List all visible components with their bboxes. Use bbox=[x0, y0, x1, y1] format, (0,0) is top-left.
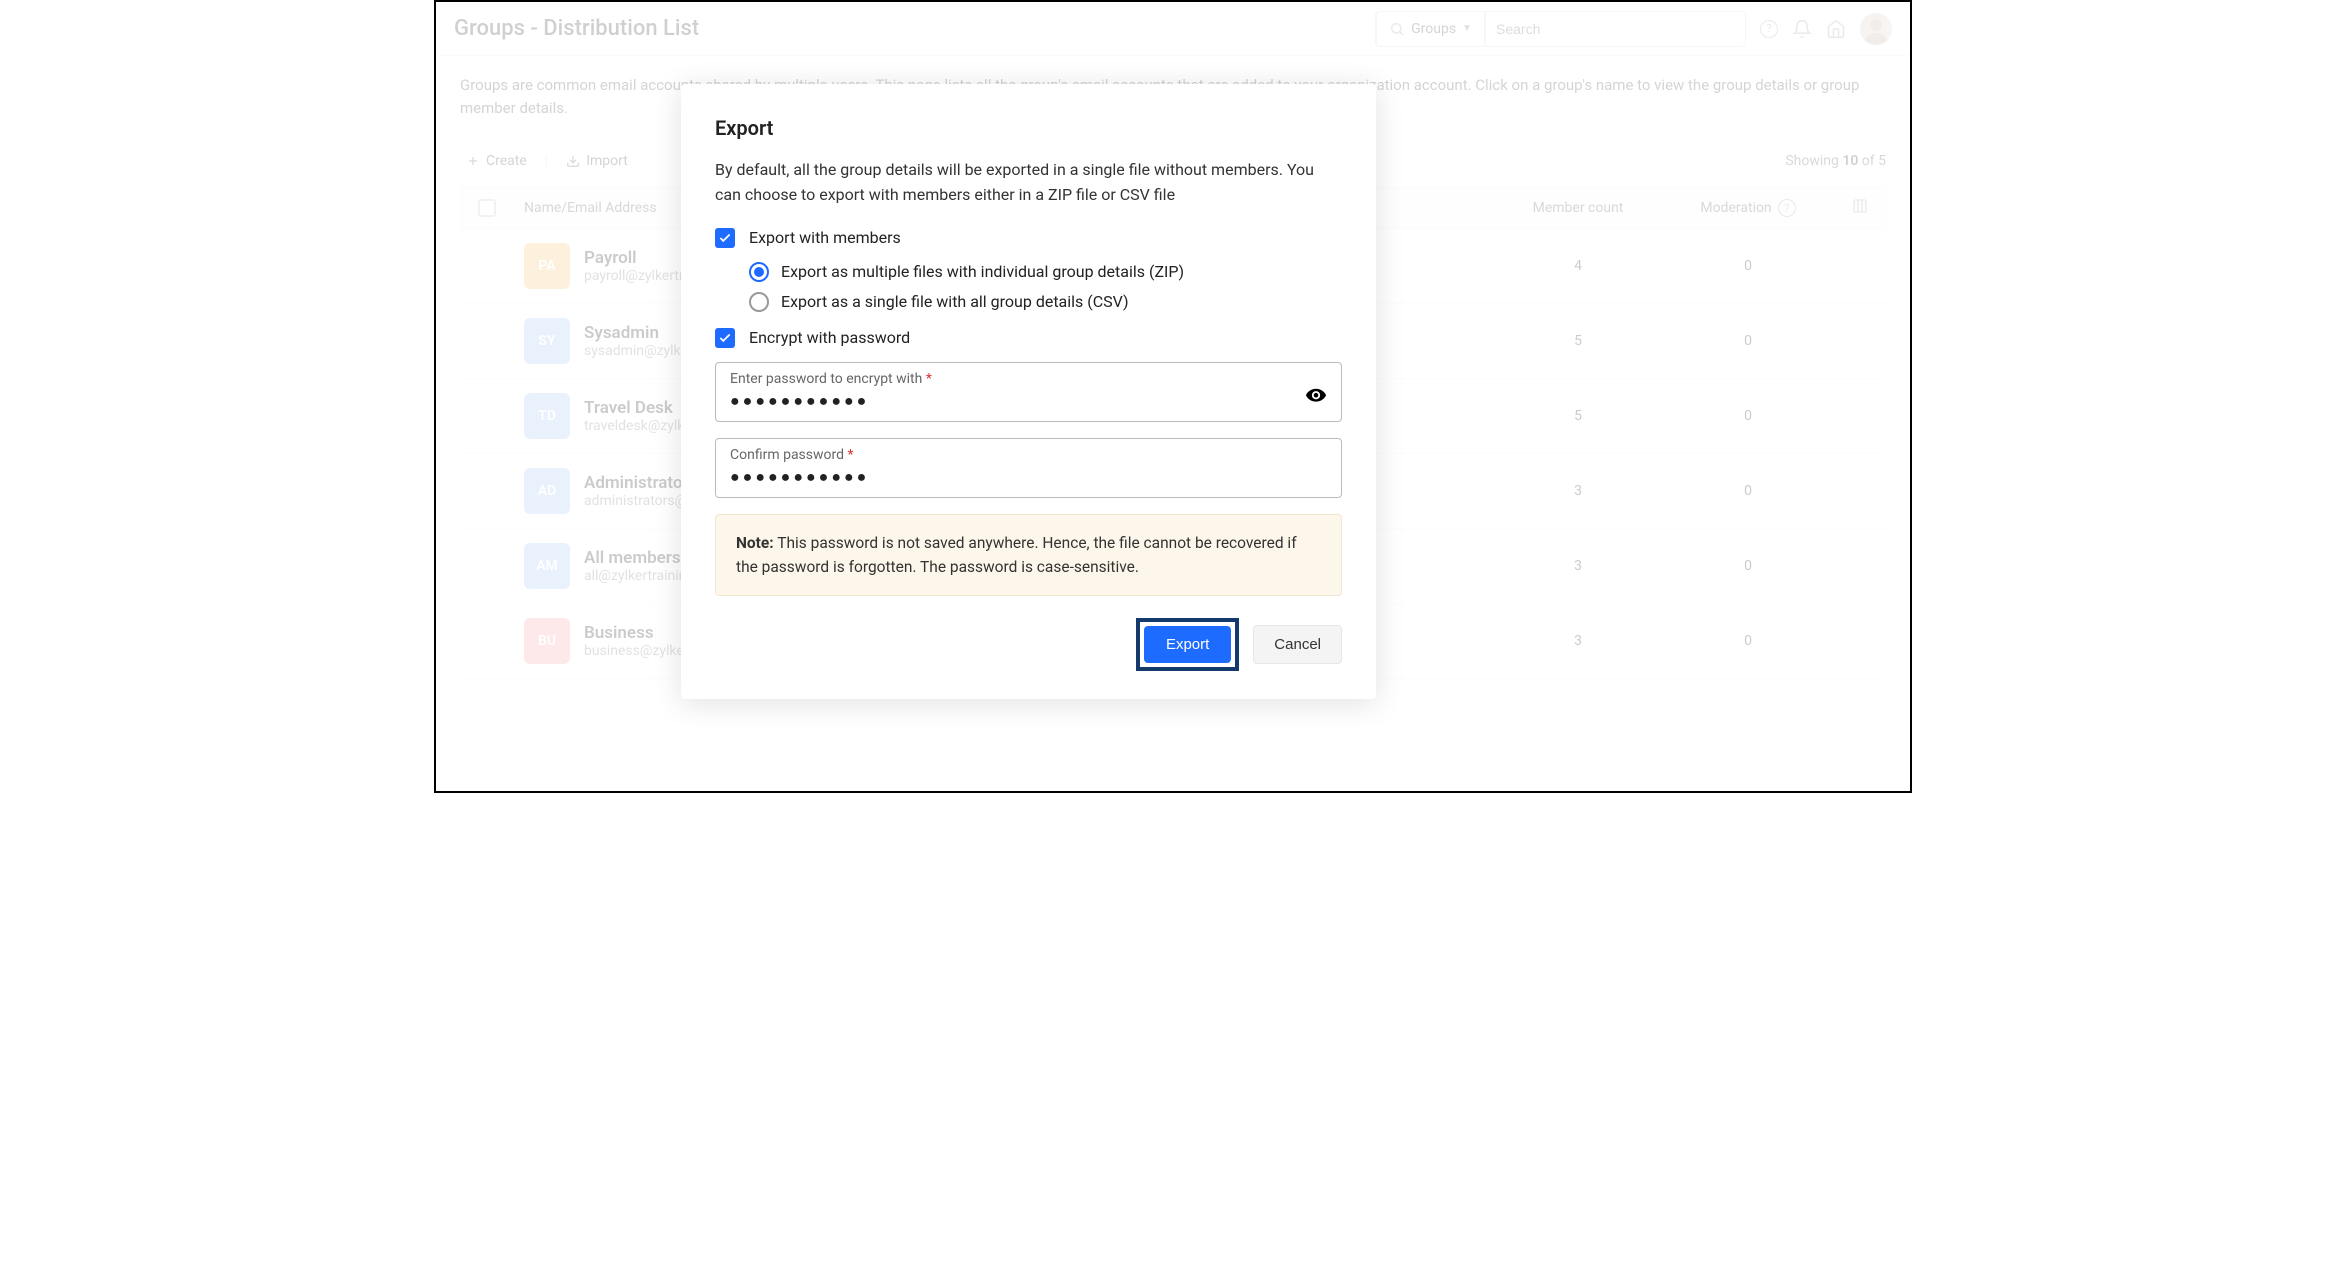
export-format-radio-group: Export as multiple files with individual… bbox=[715, 262, 1342, 312]
show-password-button[interactable] bbox=[1305, 384, 1327, 410]
password-value: ●●●●●●●●●●● bbox=[730, 391, 1327, 411]
modal-actions: Export Cancel bbox=[715, 618, 1342, 671]
export-button-highlight: Export bbox=[1136, 618, 1239, 671]
export-with-members-checkbox[interactable]: Export with members bbox=[715, 228, 1342, 248]
radio-unselected-icon bbox=[749, 292, 769, 312]
modal-description: By default, all the group details will b… bbox=[715, 158, 1342, 208]
eye-icon bbox=[1305, 384, 1327, 406]
encrypt-password-checkbox[interactable]: Encrypt with password bbox=[715, 328, 1342, 348]
modal-title: Export bbox=[715, 116, 1342, 140]
radio-csv-label: Export as a single file with all group d… bbox=[781, 292, 1129, 311]
encrypt-label: Encrypt with password bbox=[749, 328, 910, 347]
radio-zip[interactable]: Export as multiple files with individual… bbox=[749, 262, 1342, 282]
radio-zip-label: Export as multiple files with individual… bbox=[781, 262, 1184, 281]
export-modal: Export By default, all the group details… bbox=[681, 84, 1376, 699]
cancel-button[interactable]: Cancel bbox=[1253, 625, 1342, 664]
checkbox-checked-icon bbox=[715, 328, 735, 348]
export-members-label: Export with members bbox=[749, 228, 901, 247]
confirm-password-label: Confirm password * bbox=[730, 447, 1327, 463]
password-field[interactable]: Enter password to encrypt with * ●●●●●●●… bbox=[715, 362, 1342, 422]
radio-csv[interactable]: Export as a single file with all group d… bbox=[749, 292, 1342, 312]
checkbox-checked-icon bbox=[715, 228, 735, 248]
confirm-password-value: ●●●●●●●●●●● bbox=[730, 467, 1327, 487]
confirm-password-field[interactable]: Confirm password * ●●●●●●●●●●● bbox=[715, 438, 1342, 498]
radio-selected-icon bbox=[749, 262, 769, 282]
password-label: Enter password to encrypt with * bbox=[730, 371, 1327, 387]
export-button[interactable]: Export bbox=[1144, 626, 1231, 663]
password-note: Note: This password is not saved anywher… bbox=[715, 514, 1342, 596]
